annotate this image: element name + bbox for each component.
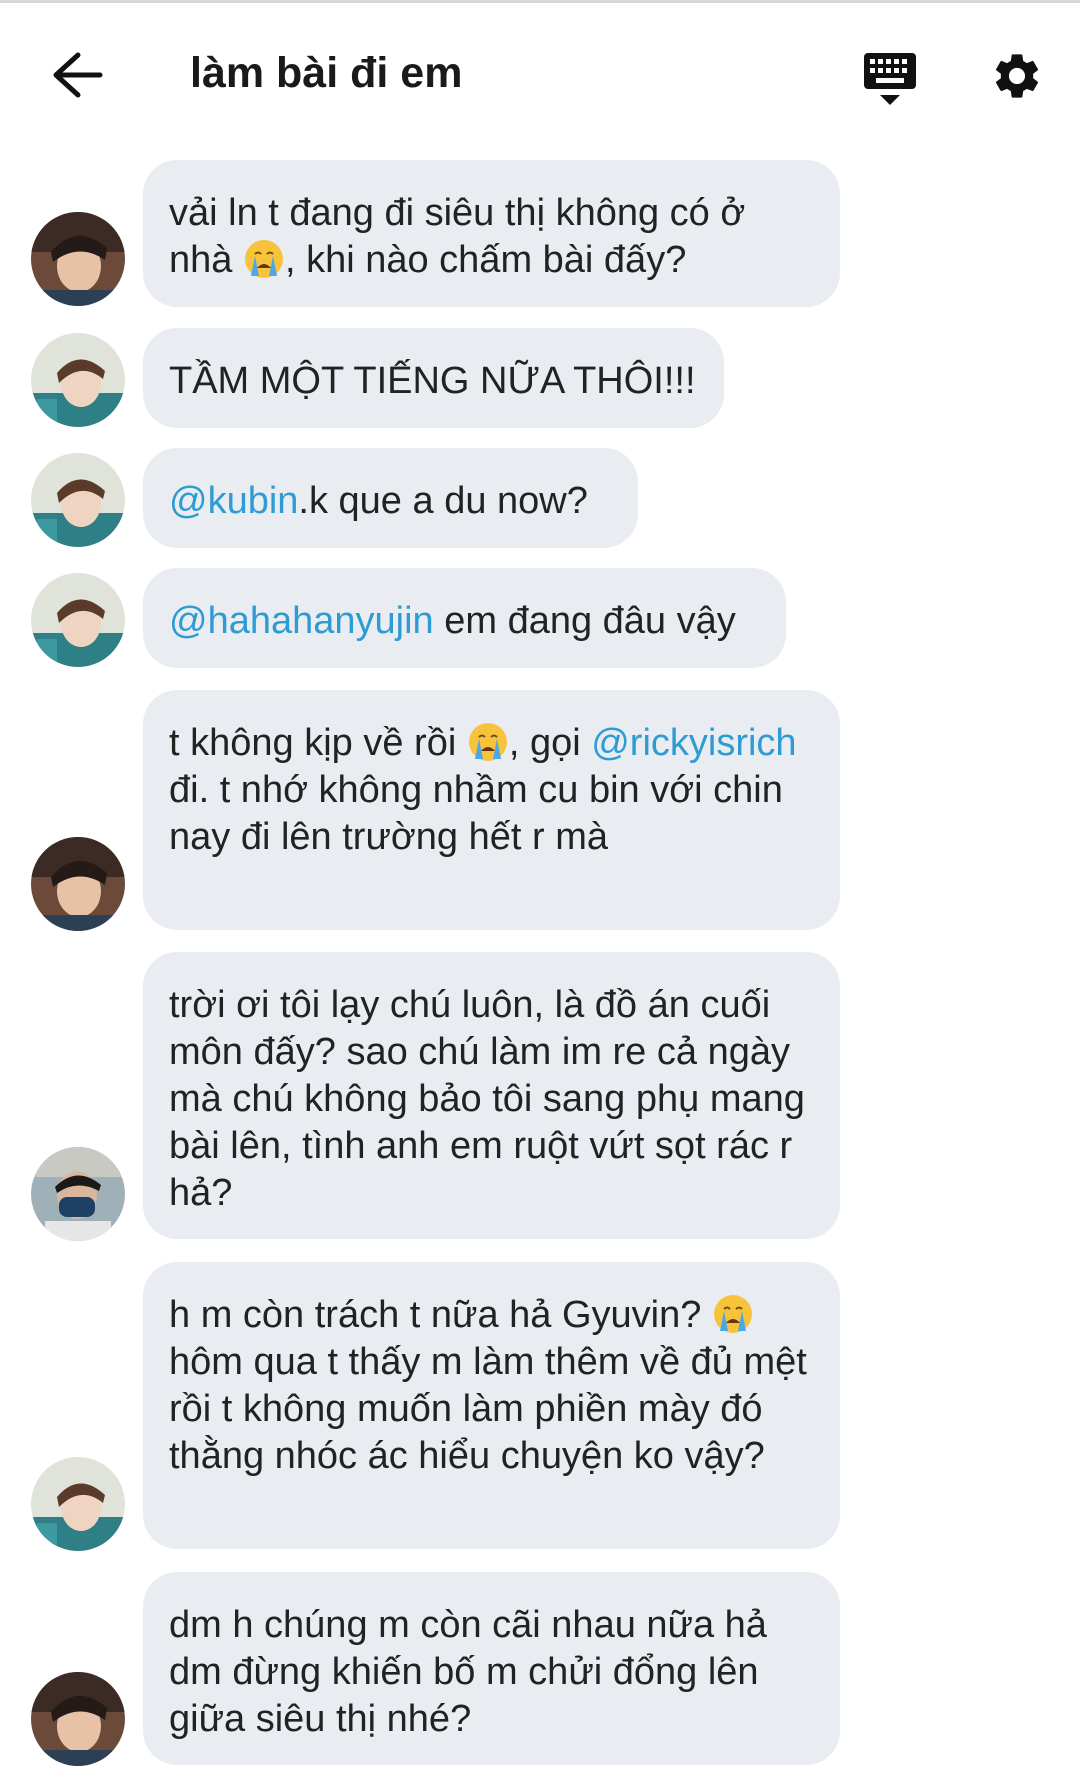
settings-button[interactable] (990, 49, 1044, 103)
back-button[interactable] (44, 45, 104, 105)
message-bubble: vải ln t đang đi siêu thị không có ở nhà… (143, 160, 840, 307)
message-text: trời ơi tôi lạy chú luôn, là đồ án cuối … (169, 984, 805, 1214)
arrow-left-icon (53, 52, 103, 98)
message-bubble: @kubin.k que a du now? (143, 448, 638, 548)
mention-link[interactable]: @rickyisrich (591, 722, 796, 764)
keyboard-icon (864, 53, 916, 105)
message-text: đi. t nhớ không nhầm cu bin với chin nay… (169, 769, 783, 858)
avatar[interactable] (31, 573, 125, 667)
message-text: hôm qua t thấy m làm thêm về đủ mệt rồi … (169, 1341, 807, 1477)
message-bubble: TẦM MỘT TIẾNG NỮA THÔI!!! (143, 328, 724, 428)
keyboard-button[interactable] (862, 51, 918, 109)
mention-link[interactable]: @kubin (169, 480, 298, 522)
message-text: h m còn trách t nữa hả Gyuvin? (169, 1294, 712, 1336)
message-bubble: trời ơi tôi lạy chú luôn, là đồ án cuối … (143, 952, 840, 1239)
avatar[interactable] (31, 837, 125, 931)
avatar[interactable] (31, 1672, 125, 1766)
gear-icon (995, 54, 1039, 98)
message-bubble: t không kịp về rồi , gọi @rickyisrich đi… (143, 690, 840, 930)
mention-link[interactable]: @hahahanyujin (169, 600, 434, 642)
chat-header: làm bài đi em (0, 3, 1080, 143)
message-text: dm h chúng m còn cãi nhau nữa hả dm đừng… (169, 1604, 767, 1740)
crying-face-emoji (712, 1293, 754, 1335)
message-text: , khi nào chấm bài đấy? (284, 239, 687, 281)
message-text: .k que a du now? (298, 480, 588, 522)
avatar[interactable] (31, 1147, 125, 1241)
crying-face-emoji (243, 238, 285, 280)
chat-title: làm bài đi em (190, 49, 463, 97)
message-bubble: dm h chúng m còn cãi nhau nữa hả dm đừng… (143, 1572, 840, 1765)
message-text: TẦM MỘT TIẾNG NỮA THÔI!!! (169, 360, 696, 402)
avatar[interactable] (31, 1457, 125, 1551)
crying-face-emoji (467, 721, 509, 763)
message-text: , gọi (508, 722, 581, 764)
message-text: em đang đâu vậy (433, 600, 736, 642)
avatar[interactable] (31, 453, 125, 547)
message-text: t không kịp về rồi (169, 722, 467, 764)
message-bubble: h m còn trách t nữa hả Gyuvin? hôm qua t… (143, 1262, 840, 1549)
avatar[interactable] (31, 212, 125, 306)
message-bubble: @hahahanyujin em đang đâu vậy (143, 568, 786, 668)
avatar[interactable] (31, 333, 125, 427)
